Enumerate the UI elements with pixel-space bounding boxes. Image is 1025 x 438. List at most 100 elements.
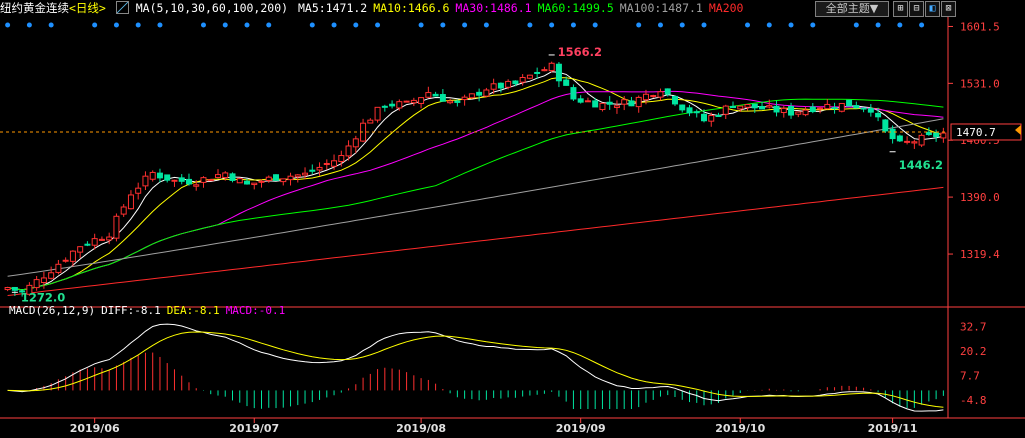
candle	[838, 102, 845, 112]
candle	[200, 177, 207, 183]
minus-icon[interactable]: ⊟	[909, 1, 924, 17]
event-dot	[919, 22, 925, 28]
candle	[896, 135, 903, 142]
event-dot	[592, 22, 598, 28]
kline-chart[interactable]: 1601.51531.01460.51390.01319.42019/06 201…	[0, 0, 1025, 438]
event-dot	[527, 22, 533, 28]
event-dot	[309, 22, 315, 28]
candle	[447, 100, 454, 104]
macd-diff-label: DIFF:-8.1	[101, 304, 161, 317]
candle	[352, 138, 359, 148]
event-dot	[200, 22, 206, 28]
x-tick-label: 2019/11	[868, 422, 918, 435]
candle	[244, 180, 251, 185]
candle	[860, 107, 867, 110]
candle	[505, 80, 512, 88]
candle	[788, 106, 795, 116]
close-icon[interactable]: ⊠	[941, 1, 956, 17]
candle	[846, 99, 853, 107]
event-dot	[462, 22, 468, 28]
event-dot	[353, 22, 359, 28]
candle	[331, 160, 338, 167]
candle	[461, 96, 468, 101]
dea-line	[7, 331, 944, 408]
candle	[766, 105, 773, 108]
candle	[164, 174, 171, 181]
candle	[744, 104, 751, 108]
y-tick-label: 1531.0	[960, 77, 1000, 90]
candle	[374, 106, 381, 121]
event-dot	[875, 22, 881, 28]
macd-y-tick-label: 20.2	[960, 345, 987, 358]
candle	[490, 83, 497, 90]
event-dot	[157, 22, 163, 28]
candle	[229, 173, 236, 181]
event-dot	[745, 22, 751, 28]
candle	[4, 287, 11, 291]
candle	[730, 105, 737, 109]
candle	[700, 113, 707, 122]
candle	[185, 178, 192, 185]
candle	[120, 206, 127, 215]
candle	[737, 105, 744, 110]
candle	[77, 246, 84, 253]
plus-icon[interactable]: ⊞	[893, 1, 908, 17]
candle	[396, 101, 403, 109]
event-dot	[549, 22, 555, 28]
event-dot	[679, 22, 685, 28]
candle	[113, 215, 120, 239]
candle	[432, 93, 439, 97]
ma-line-ma100	[7, 118, 944, 277]
candle	[925, 131, 932, 136]
period-label[interactable]: <日线>	[69, 1, 106, 15]
panel-icon[interactable]: ◧	[925, 1, 940, 17]
ma-params: MA(5,10,30,60,100,200)	[135, 1, 289, 15]
candle	[214, 174, 221, 178]
candle	[323, 162, 330, 165]
candle	[606, 101, 613, 105]
candle	[548, 62, 555, 72]
candle	[693, 111, 700, 114]
candle	[904, 140, 911, 143]
candle	[867, 108, 874, 113]
event-dot	[135, 22, 141, 28]
candle	[809, 106, 816, 113]
candle	[773, 105, 780, 113]
candle	[236, 178, 243, 184]
extreme-label: 1272.0	[21, 290, 65, 304]
candle	[628, 100, 635, 107]
event-dot	[113, 22, 119, 28]
x-tick-label: 2019/08	[396, 422, 446, 435]
candle	[345, 145, 352, 157]
candle	[381, 105, 388, 108]
chart-header: 纽约黄金连续<日线> MA(5,10,30,60,100,200) MA5:14…	[0, 0, 752, 16]
candle	[222, 172, 229, 178]
candle	[911, 141, 918, 144]
candle	[831, 107, 838, 110]
candle	[657, 91, 664, 98]
candle	[918, 134, 925, 146]
candle	[11, 286, 18, 291]
theme-dropdown-button[interactable]: 全部主题▼	[815, 1, 889, 17]
candle	[802, 109, 809, 116]
instrument-name[interactable]: 纽约黄金连续	[0, 1, 69, 15]
event-dot	[636, 22, 642, 28]
ma-settings-icon[interactable]	[115, 1, 129, 14]
candle	[265, 176, 272, 181]
candle	[62, 259, 69, 262]
candle	[251, 182, 258, 186]
x-tick-label: 2019/06	[70, 422, 120, 435]
candle	[439, 94, 446, 102]
candle	[817, 107, 824, 110]
candle	[33, 279, 40, 289]
candle	[425, 92, 432, 98]
candle	[679, 104, 686, 111]
candle	[476, 91, 483, 96]
candle	[135, 187, 142, 194]
candle	[84, 243, 91, 246]
candle	[541, 69, 548, 72]
ma-value-0: MA5:1471.2	[298, 1, 368, 15]
candle	[403, 100, 410, 103]
candle	[142, 175, 149, 187]
y-tick-label: 1601.5	[960, 20, 1000, 33]
